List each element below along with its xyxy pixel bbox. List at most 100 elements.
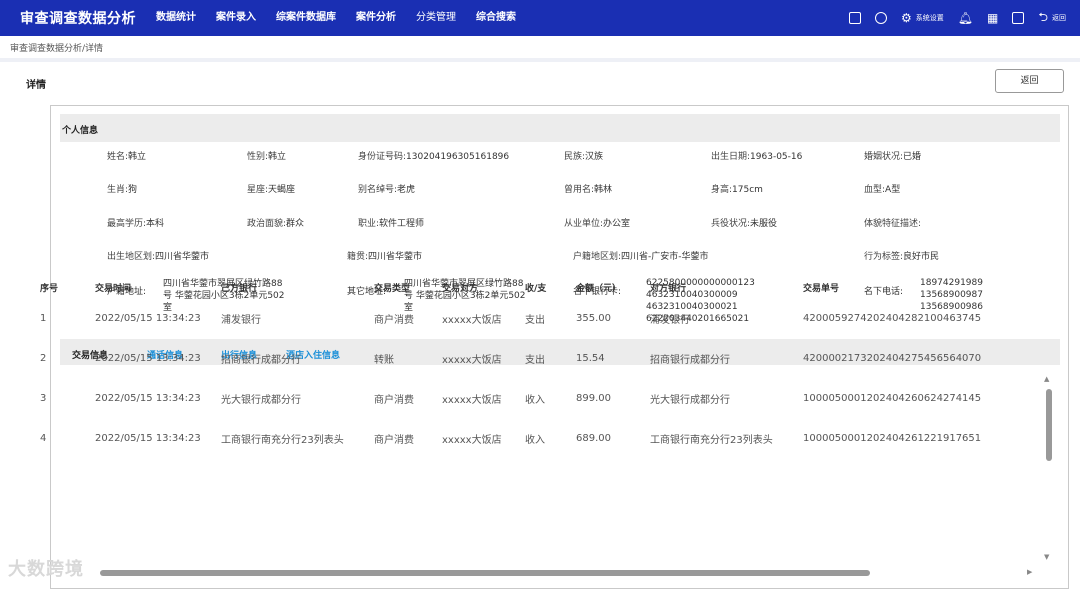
grid-icon[interactable]: ▦: [987, 11, 998, 25]
cell: 商户消费: [374, 314, 414, 326]
scroll-right-arrow-icon[interactable]: ▶: [1027, 568, 1032, 576]
gear-icon: ⚙: [901, 11, 912, 25]
field-hukou-region: 户籍地区划:四川省-广安市-华蓥市: [573, 252, 709, 262]
cell: 355.00: [576, 312, 611, 324]
nav-data-stats[interactable]: 数据统计: [146, 0, 206, 36]
field-name: 姓名:韩立: [107, 152, 147, 162]
transactions-table: 序号 交易时间 己方银行 交易类型 交易对方 收/支 金额（元） 对方银行 交易…: [40, 276, 1003, 458]
field-blood-type: 血型:A型: [864, 185, 901, 195]
cell: 招商银行成都分行: [221, 354, 301, 366]
cell: 1: [40, 312, 47, 324]
field-native-place: 籍贯:四川省华蓥市: [347, 252, 423, 262]
vertical-scrollbar[interactable]: ▲ ▼: [1044, 375, 1052, 565]
cell: 光大银行成都分行: [650, 394, 730, 406]
top-nav-bar: 审查调查数据分析 数据统计 案件录入 综案件数据库 案件分析 分类管理 综合搜索…: [0, 0, 1080, 36]
table-row[interactable]: 2 2022/05/15 13:34:23 招商银行成都分行 转账 xxxxx大…: [40, 338, 1003, 378]
cell: 2022/05/15 13:34:23: [95, 392, 201, 404]
col-header: 交易对方: [442, 283, 479, 294]
cell: 浦发银行: [221, 314, 261, 326]
table-row[interactable]: 1 2022/05/15 13:34:23 浦发银行 商户消费 xxxxx大饭店…: [40, 298, 1003, 338]
scroll-up-arrow-icon[interactable]: ▲: [1044, 375, 1049, 383]
col-header: 序号: [40, 283, 59, 294]
cell: 工商银行南充分行23列表头: [650, 434, 773, 446]
cell: 4200059274202404282100463745: [803, 312, 982, 324]
col-header: 对方银行: [650, 283, 687, 294]
field-height: 身高:175cm: [711, 185, 763, 195]
back-arrow-icon: ⮌: [1038, 9, 1048, 24]
col-header: 收/支: [525, 283, 547, 294]
field-physical-description: 体貌特征描述:: [864, 219, 922, 229]
field-military-status: 兵役状况:未服役: [711, 219, 778, 229]
cell: 浦发银行: [650, 314, 690, 326]
field-alias: 别名绰号:老虎: [358, 185, 416, 195]
cell: 1000050001202404260624274145: [803, 392, 982, 404]
field-birthplace: 出生地区划:四川省华蓥市: [107, 252, 210, 262]
scroll-down-arrow-icon[interactable]: ▼: [1044, 553, 1049, 561]
personal-info-header: 个人信息: [60, 114, 1060, 142]
cell: 2022/05/15 13:34:23: [95, 312, 201, 324]
vertical-scroll-thumb[interactable]: [1046, 389, 1052, 461]
nav-back-button[interactable]: ⮌ 返回: [1038, 8, 1066, 29]
table-row[interactable]: 4 2022/05/15 13:34:23 工商银行南充分行23列表头 商户消费…: [40, 418, 1003, 458]
bell-icon[interactable]: 🔔︎: [958, 11, 973, 25]
nav-case-entry[interactable]: 案件录入: [206, 0, 266, 36]
nav-case-analysis[interactable]: 案件分析: [346, 0, 406, 36]
field-ethnicity: 民族:汉族: [564, 152, 604, 162]
cell: 支出: [525, 354, 545, 366]
swap-icon[interactable]: [849, 12, 862, 24]
field-political-status: 政治面貌:群众: [247, 219, 305, 229]
field-employer: 从业单位:办公室: [564, 219, 631, 229]
table-header-row: 序号 交易时间 己方银行 交易类型 交易对方 收/支 金额（元） 对方银行 交易…: [40, 276, 1003, 298]
field-former-name: 曾用名:韩林: [564, 185, 613, 195]
cell: 工商银行南充分行23列表头: [221, 434, 344, 446]
nav-case-database[interactable]: 综案件数据库: [266, 0, 346, 36]
clock-icon[interactable]: [875, 12, 888, 24]
nav-back-label: 返回: [1052, 14, 1066, 22]
cell: 商户消费: [374, 434, 414, 446]
col-header: 金额（元）: [576, 283, 622, 294]
back-button[interactable]: 返回: [995, 69, 1064, 93]
field-constellation: 星座:天蝎座: [247, 185, 296, 195]
field-birth-date: 出生日期:1963-05-16: [711, 152, 803, 162]
cell: 3: [40, 392, 47, 404]
cell: 光大银行成都分行: [221, 394, 301, 406]
nav-comprehensive-search[interactable]: 综合搜索: [466, 0, 526, 36]
watermark-logo: 大数跨境: [8, 559, 84, 580]
field-education: 最高学历:本科: [107, 219, 165, 229]
col-header: 己方银行: [221, 283, 258, 294]
cell: 899.00: [576, 392, 611, 404]
field-zodiac: 生肖:狗: [107, 185, 138, 195]
horizontal-scrollbar[interactable]: ▶: [100, 568, 1040, 578]
field-marital-status: 婚姻状况:已婚: [864, 152, 922, 162]
cell: 转账: [374, 354, 394, 366]
cell: 收入: [525, 394, 545, 406]
settings-label: 系统设置: [915, 14, 944, 22]
cell: xxxxx大饭店: [442, 434, 502, 446]
col-header: 交易单号: [803, 283, 840, 294]
settings-button[interactable]: ⚙ 系统设置: [901, 11, 944, 25]
field-occupation: 职业:软件工程师: [358, 219, 425, 229]
cell: 4: [40, 432, 47, 444]
horizontal-scroll-thumb[interactable]: [100, 570, 870, 576]
col-header: 交易时间: [95, 283, 132, 294]
message-icon[interactable]: [1012, 12, 1025, 24]
breadcrumb: 审查调查数据分析/详情: [10, 44, 104, 54]
cell: 4200002173202404275456564070: [803, 352, 982, 364]
cell: 2: [40, 352, 47, 364]
nav-right-tools: ⚙ 系统设置 🔔︎ ▦ ⮌ 返回: [835, 0, 1066, 36]
personal-info-title: 个人信息: [62, 126, 99, 136]
cell: xxxxx大饭店: [442, 354, 502, 366]
field-behavior-tag: 行为标签:良好市民: [864, 252, 940, 262]
table-row[interactable]: 3 2022/05/15 13:34:23 光大银行成都分行 商户消费 xxxx…: [40, 378, 1003, 418]
nav-category-management[interactable]: 分类管理: [406, 0, 466, 36]
cell: 15.54: [576, 352, 605, 364]
page-title: 详情: [26, 80, 46, 91]
cell: 商户消费: [374, 394, 414, 406]
cell: 689.00: [576, 432, 611, 444]
cell: 收入: [525, 434, 545, 446]
cell: 2022/05/15 13:34:23: [95, 432, 201, 444]
cell: xxxxx大饭店: [442, 314, 502, 326]
app-title: 审查调查数据分析: [20, 11, 136, 27]
cell: 1000050001202404261221917651: [803, 432, 982, 444]
header-divider: [0, 58, 1080, 62]
